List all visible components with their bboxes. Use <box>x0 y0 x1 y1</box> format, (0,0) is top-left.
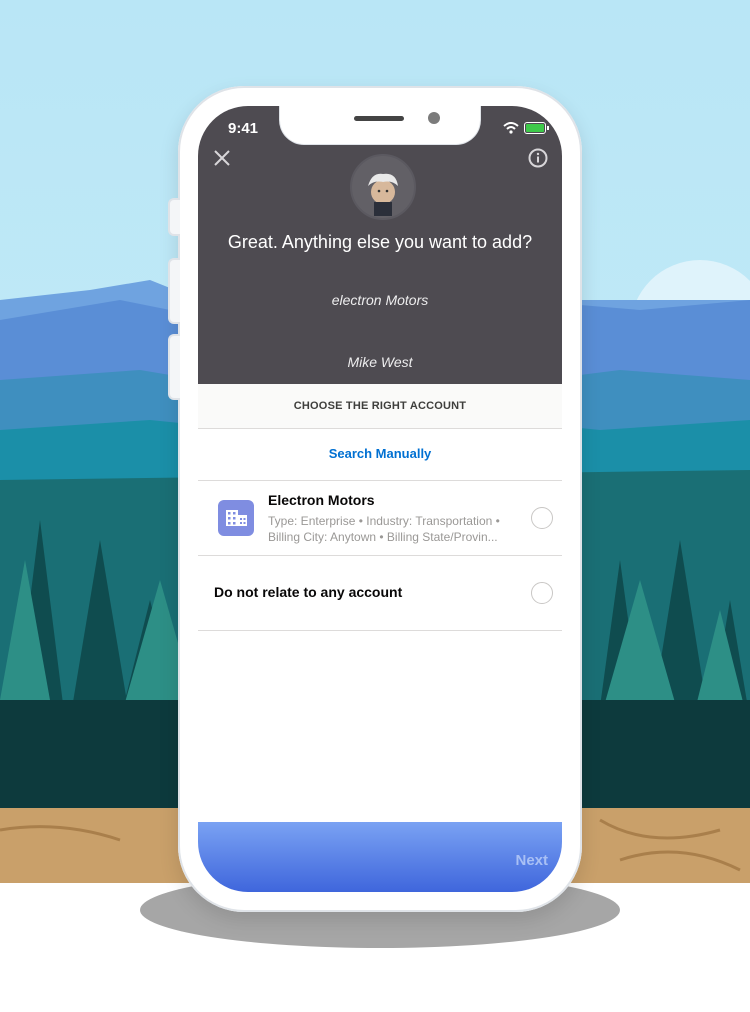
speaker <box>354 116 404 121</box>
account-detail: Billing City: Anytown • Billing State/Pr… <box>268 530 498 544</box>
assistant-question: Great. Anything else you want to add? <box>227 232 533 252</box>
einstein-avatar <box>350 154 416 220</box>
volume-up-button <box>168 258 180 324</box>
search-manually-button[interactable]: Search Manually <box>198 428 562 481</box>
building-icon <box>218 500 254 536</box>
no-relate-radio[interactable] <box>531 582 553 604</box>
battery-icon <box>524 122 549 134</box>
user-reply: Mike West <box>347 354 413 370</box>
assistant-panel: 9:41 Great. Anything else you want to ad… <box>198 106 562 384</box>
phone-frame: 9:41 Great. Anything else you want to ad… <box>168 86 582 912</box>
notch <box>280 106 480 144</box>
mute-switch <box>168 198 180 236</box>
account-option[interactable]: Electron Motors Type: Enterprise • Indus… <box>198 480 562 556</box>
close-icon[interactable] <box>212 148 232 168</box>
user-reply: electron Motors <box>331 292 429 308</box>
no-relate-label: Do not relate to any account <box>214 584 403 600</box>
no-relate-option[interactable]: Do not relate to any account <box>198 555 562 631</box>
volume-down-button <box>168 334 180 400</box>
footer-bar: Next <box>198 822 562 892</box>
status-time: 9:41 <box>228 120 259 137</box>
einstein-icon <box>368 173 398 216</box>
section-header: CHOOSE THE RIGHT ACCOUNT <box>198 384 562 429</box>
info-icon[interactable] <box>528 148 548 168</box>
account-detail: Type: Enterprise • Industry: Transportat… <box>268 514 500 528</box>
wifi-icon <box>503 122 519 134</box>
camera <box>428 112 440 124</box>
phone-screen: 9:41 Great. Anything else you want to ad… <box>198 106 562 892</box>
next-button[interactable]: Next <box>515 852 548 869</box>
account-name: Electron Motors <box>268 492 375 508</box>
account-radio[interactable] <box>531 507 553 529</box>
